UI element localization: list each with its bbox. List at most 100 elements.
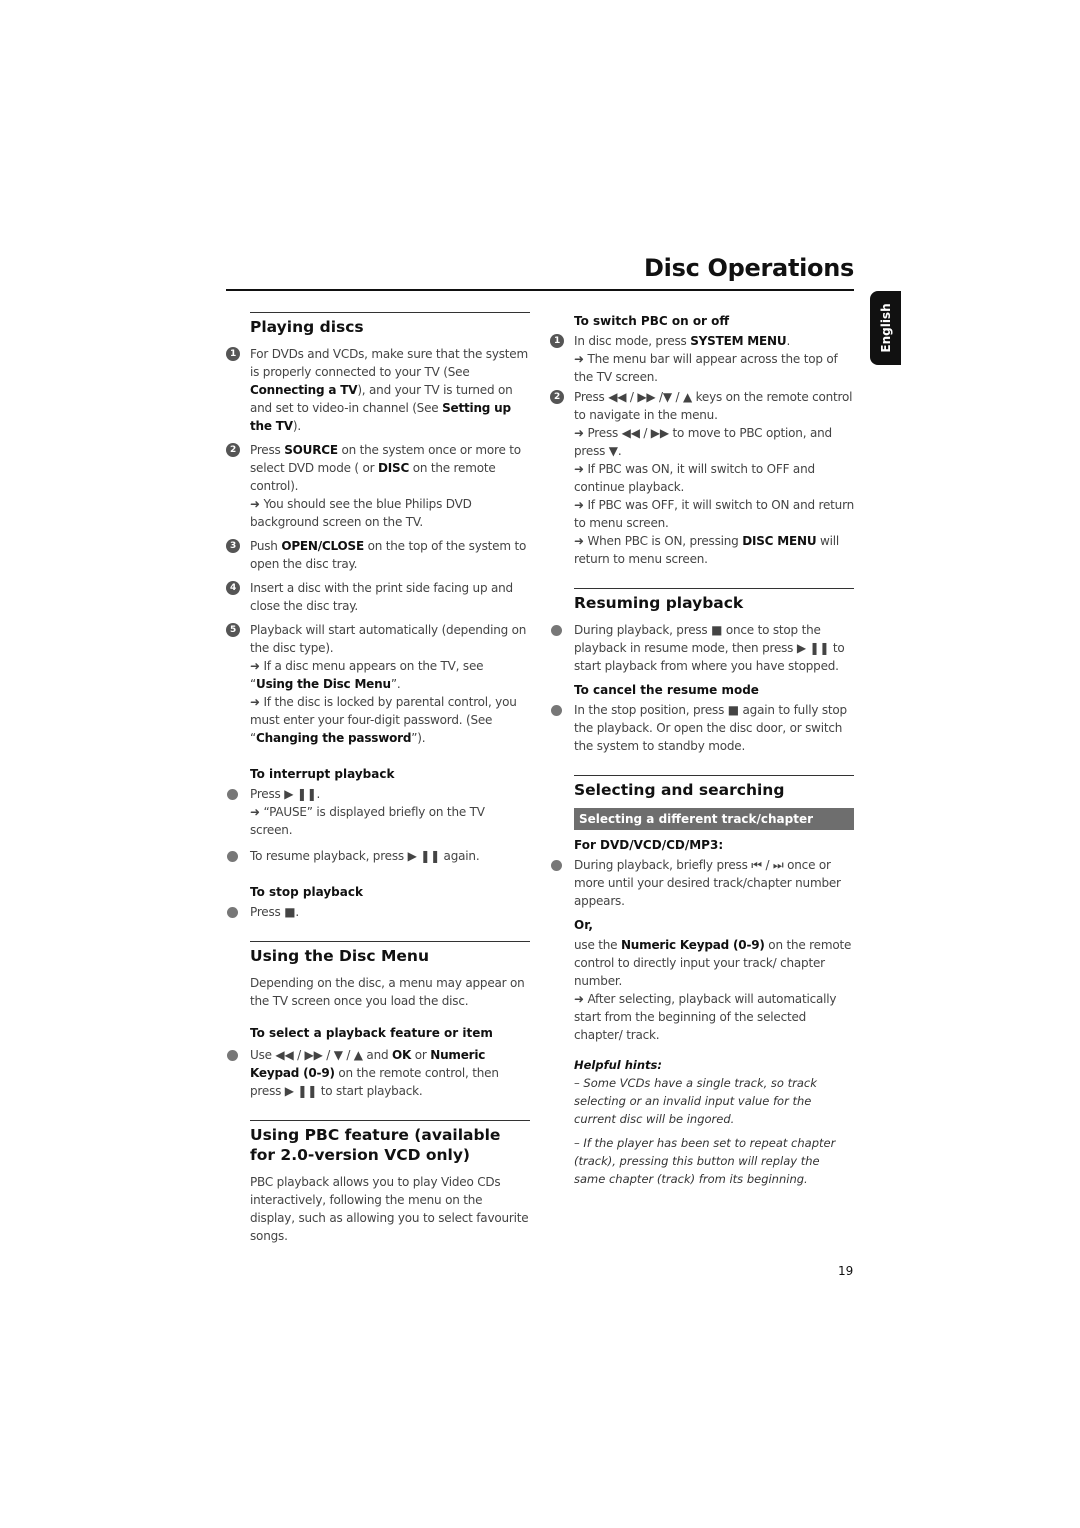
bullet-icon xyxy=(551,860,562,871)
paragraph: Depending on the disc, a menu may appear… xyxy=(250,976,525,1008)
bullet-item: Press ■. xyxy=(226,903,530,921)
step-text: Press ◀◀ / ▶▶ /▼ / ▲ keys on the remote … xyxy=(574,390,853,422)
bullet-icon xyxy=(227,1050,238,1061)
section-rule xyxy=(250,1120,530,1121)
bullet-bold: OK xyxy=(392,1048,412,1062)
bullet-text: Press ▶ ❚❚. xyxy=(250,787,321,801)
step-note: ➜ When PBC is ON, pressing DISC MENU wil… xyxy=(574,532,854,568)
bullet-icon xyxy=(227,851,238,862)
step-number-icon: 1 xyxy=(550,334,564,348)
step-item: 3 Push OPEN/CLOSE on the top of the syst… xyxy=(226,537,530,573)
step-item: 1 In disc mode, press SYSTEM MENU. ➜ The… xyxy=(550,332,854,386)
subsection-band: Selecting a different track/chapter xyxy=(574,808,854,830)
step-note: ➜ If PBC was ON, it will switch to OFF a… xyxy=(574,462,815,494)
paragraph: use the Numeric Keypad (0-9) on the remo… xyxy=(550,936,854,1044)
section-rule xyxy=(250,312,530,313)
subheading-switch-pbc: To switch PBC on or off xyxy=(574,314,730,328)
step-number-icon: 3 xyxy=(226,539,240,553)
bullet-note: ➜ “PAUSE” is displayed briefly on the TV… xyxy=(250,805,485,837)
subheading-or: Or, xyxy=(574,918,593,932)
bullet-item: In the stop position, press ■ again to f… xyxy=(550,701,854,755)
note-bold: Changing the password xyxy=(256,731,412,745)
bullet-icon xyxy=(551,705,562,716)
note-bold: Using the Disc Menu xyxy=(256,677,391,691)
step-item: 4 Insert a disc with the print side faci… xyxy=(226,579,530,615)
step-item: 1 For DVDs and VCDs, make sure that the … xyxy=(226,345,530,435)
section-rule xyxy=(574,588,854,589)
step-text: Push xyxy=(250,539,282,553)
step-item: 2 Press ◀◀ / ▶▶ /▼ / ▲ keys on the remot… xyxy=(550,388,854,568)
section-heading-playing-discs: Playing discs xyxy=(250,318,364,336)
step-number-icon: 2 xyxy=(226,443,240,457)
bullet-icon xyxy=(551,625,562,636)
subheading-select-feature: To select a playback feature or item xyxy=(250,1026,493,1040)
step-item: 2 Press SOURCE on the system once or mor… xyxy=(226,441,530,531)
step-bold: DISC xyxy=(378,461,410,475)
step-note: ➜ If PBC was OFF, it will switch to ON a… xyxy=(574,498,854,530)
note-text: ”). xyxy=(411,731,426,745)
bullet-text: Use ◀◀ / ▶▶ / ▼ / ▲ and xyxy=(250,1048,393,1062)
para-note: ➜ After selecting, playback will automat… xyxy=(574,992,837,1042)
section-heading-pbc: Using PBC feature (available for 2.0-ver… xyxy=(250,1126,501,1164)
step-note: ➜ The menu bar will appear across the to… xyxy=(574,352,838,384)
step-bold: SYSTEM MENU xyxy=(690,334,787,348)
subheading-cancel-resume: To cancel the resume mode xyxy=(574,683,759,697)
step-text: For DVDs and VCDs, make sure that the sy… xyxy=(250,347,528,379)
step-text: ). xyxy=(292,419,301,433)
step-number-icon: 2 xyxy=(550,390,564,404)
step-bold: SOURCE xyxy=(284,443,338,457)
section-heading-disc-menu: Using the Disc Menu xyxy=(250,947,429,965)
step-text: Playback will start automatically (depen… xyxy=(250,623,527,655)
section-heading-selecting: Selecting and searching xyxy=(574,781,785,799)
step-note: ➜ If the disc is locked by parental cont… xyxy=(250,693,530,747)
bullet-item: Press ▶ ❚❚. ➜ “PAUSE” is displayed brief… xyxy=(226,785,530,839)
note-text: ➜ When PBC is ON, pressing xyxy=(574,534,743,548)
note-text: ”. xyxy=(390,677,401,691)
para-bold: Numeric Keypad (0-9) xyxy=(620,938,765,952)
bullet-icon xyxy=(227,789,238,800)
hints-heading-text: Helpful hints: xyxy=(574,1058,662,1072)
step-bold: Connecting a TV xyxy=(250,383,358,397)
bullet-text: During playback, briefly press ⏮ / ⏭ onc… xyxy=(574,858,841,908)
bullet-item: During playback, briefly press ⏮ / ⏭ onc… xyxy=(550,856,854,910)
step-item: 5 Playback will start automatically (dep… xyxy=(226,621,530,747)
bullet-text: Press ■. xyxy=(250,905,299,919)
page-number: 19 xyxy=(838,1264,854,1278)
paragraph: PBC playback allows you to play Video CD… xyxy=(250,1175,529,1243)
page-title: Disc Operations xyxy=(644,254,854,282)
bullet-item: Use ◀◀ / ▶▶ / ▼ / ▲ and OK or Numeric Ke… xyxy=(226,1046,530,1100)
hint-item: – Some VCDs have a single track, so trac… xyxy=(574,1076,817,1126)
bullet-text: In the stop position, press ■ again to f… xyxy=(574,703,847,753)
step-note: ➜ Press ◀◀ / ▶▶ to move to PBC option, a… xyxy=(574,426,832,458)
bullet-text: During playback, press ■ once to stop th… xyxy=(574,623,845,673)
para-text: use the xyxy=(574,938,621,952)
title-rule xyxy=(226,289,854,291)
section-rule xyxy=(574,775,854,776)
step-number-icon: 5 xyxy=(226,623,240,637)
step-number-icon: 1 xyxy=(226,347,240,361)
step-text: . xyxy=(786,334,791,348)
step-text: In disc mode, press xyxy=(574,334,691,348)
right-column: To switch PBC on or off 1 In disc mode, … xyxy=(550,312,854,1194)
subheading-interrupt: To interrupt playback xyxy=(250,767,395,781)
step-bold: OPEN/CLOSE xyxy=(281,539,364,553)
language-tab: English xyxy=(870,291,901,365)
hint-item: – If the player has been set to repeat c… xyxy=(574,1136,836,1186)
left-column: Playing discs 1 For DVDs and VCDs, make … xyxy=(226,312,530,1251)
bullet-icon xyxy=(227,907,238,918)
hints-heading: Helpful hints: xyxy=(550,1056,854,1074)
note-bold: DISC MENU xyxy=(742,534,817,548)
bullet-item: During playback, press ■ once to stop th… xyxy=(550,621,854,675)
subheading-formats: For DVD/VCD/CD/MP3: xyxy=(574,838,724,852)
step-note: ➜ You should see the blue Philips DVD ba… xyxy=(250,497,472,529)
step-text: Press xyxy=(250,443,285,457)
section-rule xyxy=(250,941,530,942)
subheading-stop: To stop playback xyxy=(250,885,363,899)
bullet-item: To resume playback, press ▶ ❚❚ again. xyxy=(226,847,530,865)
language-tab-label: English xyxy=(878,303,893,353)
step-number-icon: 4 xyxy=(226,581,240,595)
step-text: Insert a disc with the print side facing… xyxy=(250,581,513,613)
section-heading-resuming: Resuming playback xyxy=(574,594,744,612)
bullet-text: To resume playback, press ▶ ❚❚ again. xyxy=(250,849,480,863)
bullet-text: or xyxy=(411,1048,431,1062)
